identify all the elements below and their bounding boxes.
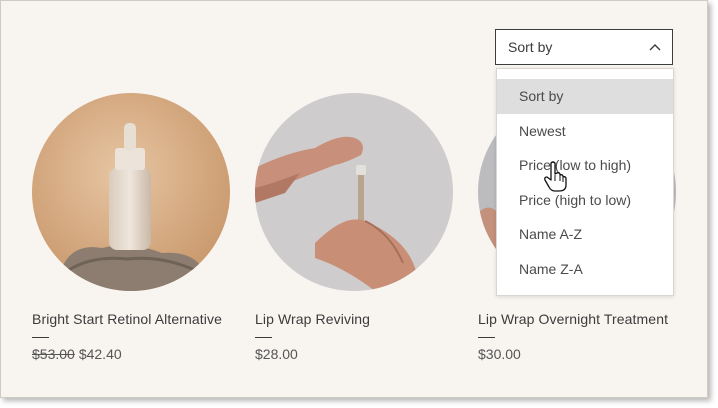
serum-bottle-photo: [32, 93, 230, 291]
product-card[interactable]: Bright Start Retinol Alternative $53.00 $…: [32, 93, 232, 364]
product-image-hands-dropper[interactable]: [255, 93, 453, 291]
product-price: $53.00 $42.40: [32, 344, 232, 364]
product-name[interactable]: Bright Start Retinol Alternative: [32, 309, 232, 330]
sort-option-name-a-z[interactable]: Name A-Z: [497, 217, 673, 252]
store-product-gallery: Bright Start Retinol Alternative $53.00 $…: [0, 0, 708, 398]
sale-price: $42.40: [78, 346, 122, 362]
sort-option-price-low-high[interactable]: Price (low to high): [497, 148, 673, 183]
hand-pointer-cursor-icon: [544, 161, 567, 192]
chevron-up-icon: [649, 44, 661, 51]
product-price: $30.00: [478, 344, 678, 364]
price: $28.00: [255, 346, 298, 362]
sort-option-newest[interactable]: Newest: [497, 114, 673, 149]
original-price: $53.00: [32, 346, 75, 362]
sort-by-select[interactable]: Sort by: [495, 29, 673, 65]
price: $30.00: [478, 346, 521, 362]
sort-option-sort-by[interactable]: Sort by: [497, 79, 673, 114]
product-name[interactable]: Lip Wrap Reviving: [255, 309, 455, 330]
divider: [478, 337, 495, 338]
sort-by-label: Sort by: [508, 39, 553, 55]
product-card[interactable]: Lip Wrap Reviving $28.00: [255, 93, 455, 364]
hands-dropper-photo: [255, 93, 453, 291]
sort-options-list: Sort by Newest Price (low to high) Price…: [496, 68, 674, 296]
divider: [255, 337, 272, 338]
sort-option-price-high-low[interactable]: Price (high to low): [497, 183, 673, 218]
divider: [32, 337, 49, 338]
product-name[interactable]: Lip Wrap Overnight Treatment: [478, 309, 678, 330]
product-price: $28.00: [255, 344, 455, 364]
product-image-serum-bottle[interactable]: [32, 93, 230, 291]
sort-option-name-z-a[interactable]: Name Z-A: [497, 252, 673, 287]
